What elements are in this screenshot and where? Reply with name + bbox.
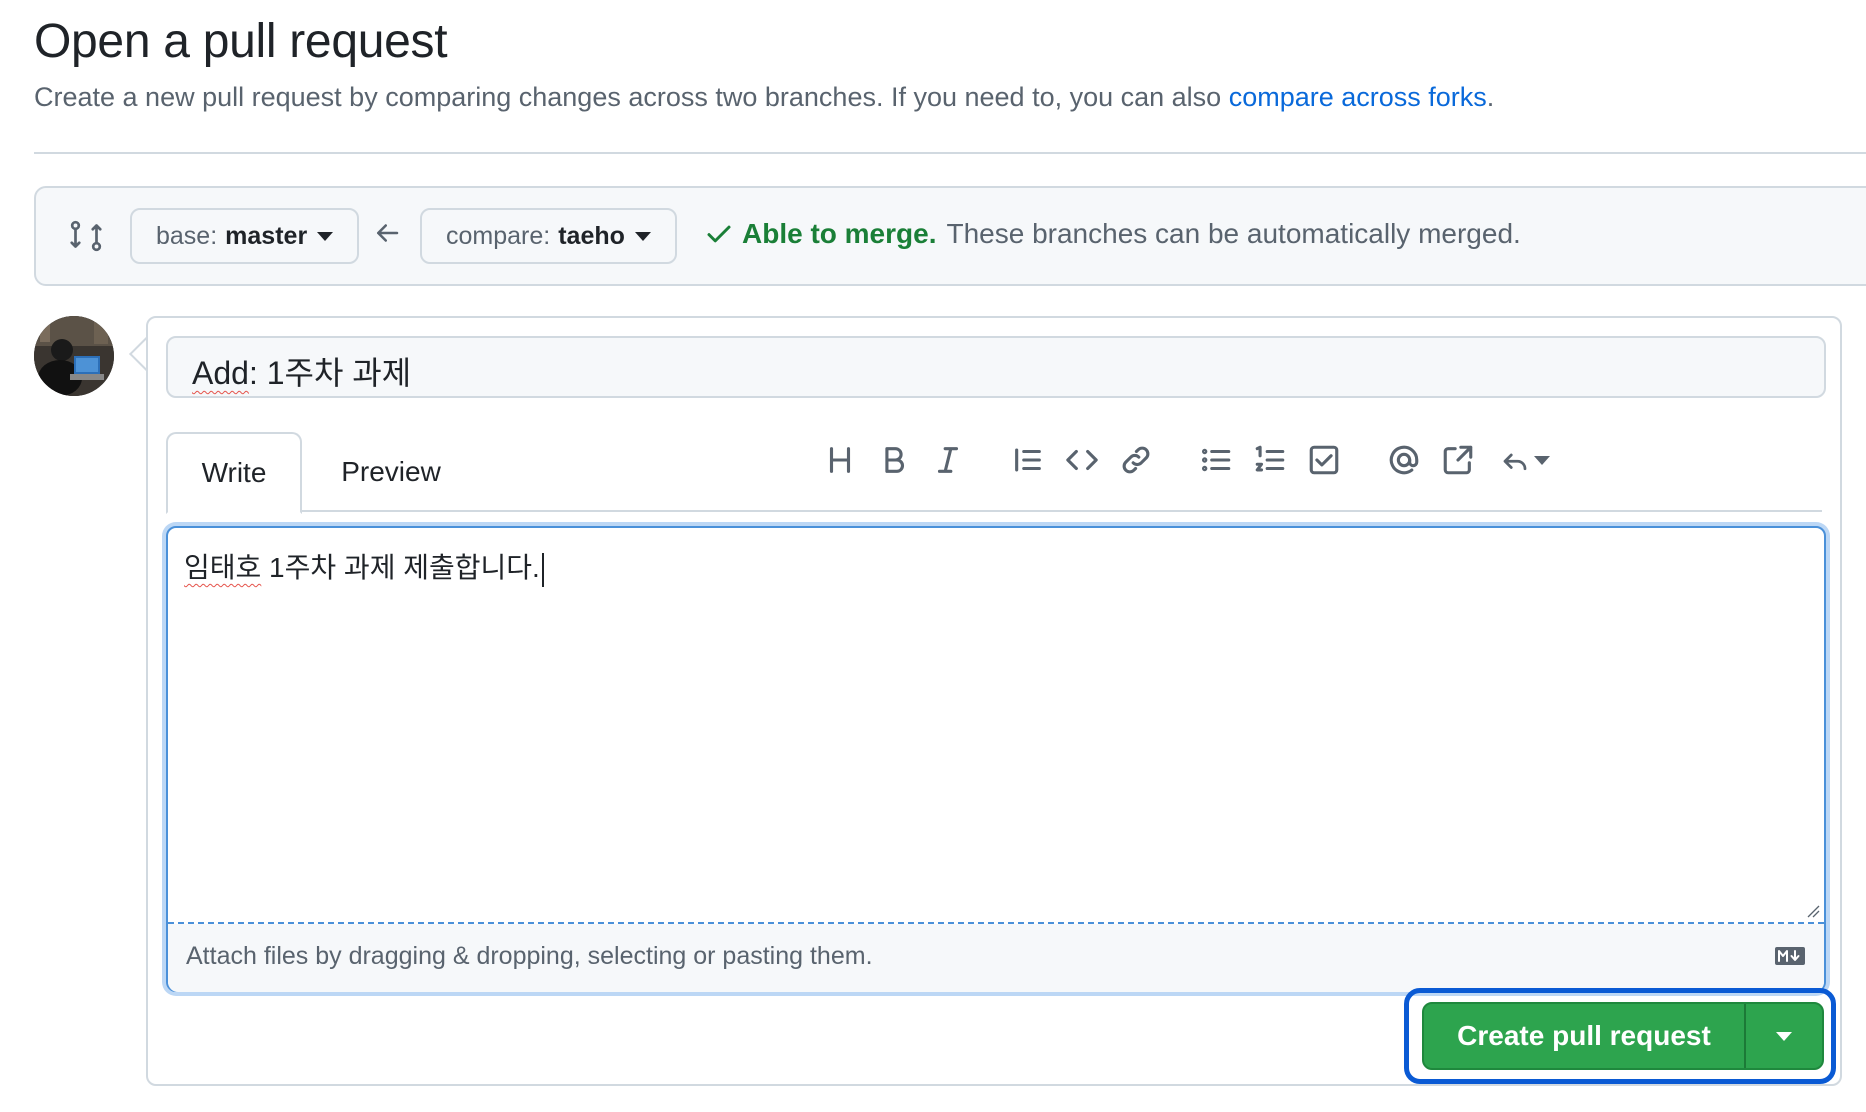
tab-preview[interactable]: Preview — [316, 432, 466, 512]
chevron-down-icon — [317, 231, 334, 241]
reply-icon[interactable] — [1490, 438, 1560, 482]
title-value: : 1주차 과제 — [248, 355, 412, 391]
avatar-image — [34, 316, 114, 396]
page-title: Open a pull request — [34, 15, 448, 68]
chevron-down-icon — [634, 231, 651, 241]
bold-icon[interactable] — [872, 438, 916, 482]
avatar[interactable] — [34, 316, 114, 396]
compare-across-forks-link[interactable]: compare across forks — [1229, 82, 1487, 112]
attach-files-bar[interactable]: Attach files by dragging & dropping, sel… — [168, 924, 1824, 992]
create-pull-request-group: Create pull request — [1422, 1002, 1824, 1070]
markdown-icon[interactable] — [1774, 946, 1806, 966]
link-icon[interactable] — [1114, 438, 1158, 482]
code-icon[interactable] — [1060, 438, 1104, 482]
body-misspelled-word: 임태호 — [184, 552, 262, 583]
base-label: base: — [156, 221, 218, 250]
resize-grip-icon[interactable] — [1806, 904, 1820, 918]
pull-request-form: Add: 1주차 과제 Write Preview 임태호 1주차 과제 제출합… — [146, 316, 1842, 1086]
compare-branch-select[interactable]: compare: taeho — [420, 208, 677, 264]
ordered-list-icon[interactable] — [1248, 438, 1292, 482]
quote-icon[interactable] — [1006, 438, 1050, 482]
compare-label: compare: — [446, 221, 551, 250]
check-icon — [707, 225, 731, 243]
merge-status: Able to merge. These branches can be aut… — [704, 218, 1521, 250]
page-subtitle: Create a new pull request by comparing c… — [34, 82, 1494, 113]
body-value: 1주차 과제 제출합니다. — [261, 552, 540, 583]
pr-body-text: 임태호 1주차 과제 제출합니다. — [184, 546, 544, 587]
merge-detail-text: These branches can be automatically merg… — [946, 218, 1521, 249]
unordered-list-icon[interactable] — [1194, 438, 1238, 482]
subtitle-suffix: . — [1486, 82, 1495, 112]
attach-files-text: Attach files by dragging & dropping, sel… — [186, 942, 873, 970]
mention-icon[interactable] — [1382, 438, 1426, 482]
pr-body-textarea[interactable]: 임태호 1주차 과제 제출합니다. Attach files by draggi… — [166, 526, 1826, 992]
create-pull-request-button[interactable]: Create pull request — [1424, 1004, 1744, 1068]
chevron-down-icon — [1776, 1031, 1792, 1041]
arrow-left-icon — [377, 224, 399, 242]
tab-write[interactable]: Write — [166, 432, 302, 514]
base-branch-name: master — [225, 221, 308, 250]
heading-icon[interactable] — [818, 438, 862, 482]
compare-branches-icon — [70, 220, 102, 252]
task-list-icon[interactable] — [1302, 438, 1346, 482]
chevron-down-icon — [1534, 455, 1550, 465]
reference-icon[interactable] — [1436, 438, 1480, 482]
base-branch-select[interactable]: base: master — [130, 208, 360, 264]
subtitle-text: Create a new pull request by comparing c… — [34, 82, 1229, 112]
merge-ok-text: Able to merge. — [742, 218, 937, 249]
header-divider — [34, 152, 1866, 154]
pr-title-input[interactable]: Add: 1주차 과제 — [166, 336, 1826, 398]
branch-compare-bar: base: master compare: taeho Able to merge.… — [34, 186, 1866, 286]
compare-branch-name: taeho — [558, 221, 625, 250]
title-misspelled-word: Add — [192, 355, 249, 391]
create-pr-options-dropdown[interactable] — [1746, 1004, 1822, 1068]
text-cursor — [541, 552, 544, 587]
italic-icon[interactable] — [926, 438, 970, 482]
